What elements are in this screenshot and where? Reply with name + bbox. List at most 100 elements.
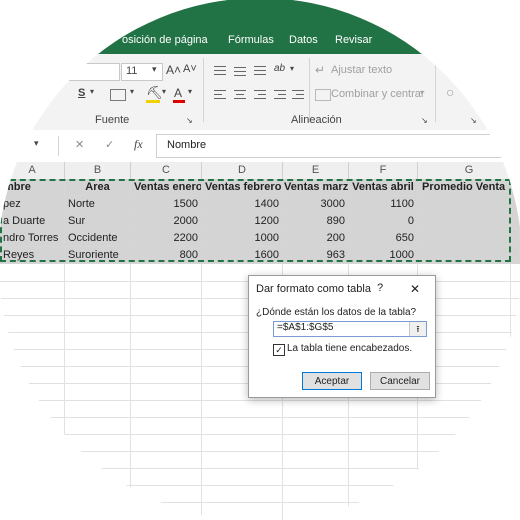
table-cell[interactable]: pez [0,196,65,213]
column-header-f[interactable]: F [349,162,418,180]
collapse-dialog-icon[interactable]: ⭱ [409,322,426,336]
table-cell[interactable]: 1000 [202,230,283,247]
column-header-e[interactable]: E [283,162,349,180]
number-format-icon[interactable]: ○ [446,84,454,100]
chevron-down-icon[interactable]: ▾ [188,87,192,96]
merge-center-icon[interactable] [315,89,331,101]
table-cell[interactable] [418,213,520,230]
table-cell[interactable] [418,247,520,264]
formula-input[interactable]: Nombre [156,134,520,158]
grid-line [0,417,520,418]
grow-font-button[interactable]: A˄ [166,63,181,77]
column-header-c[interactable]: C [131,162,202,180]
ok-button[interactable]: Aceptar [302,372,362,390]
table-cell[interactable]: 0 [349,213,418,230]
table-cell[interactable]: Occidente [65,230,131,247]
divider [435,58,436,122]
table-cell[interactable]: a Duarte [0,213,65,230]
cancel-button[interactable]: Cancelar [370,372,430,390]
borders-icon[interactable] [110,89,126,101]
table-cell[interactable]: Sur [65,213,131,230]
group-label-alignment: Alineación [291,114,342,126]
table-cell[interactable]: Reyes [0,247,65,264]
formula-value: Nombre [167,139,207,151]
table-cell[interactable]: Ventas febrero [202,179,283,196]
format-as-table-dialog: Dar formato como tabla ? ✕ ¿Dónde están … [248,275,436,398]
ribbon: 11 ▾ A˄ A˅ S ▾ ▾ ⛏ ▾ A ▾ ab ▾ ↵ Ajustar … [0,54,520,131]
grid-line [0,400,520,401]
group-label-font: Fuente [95,114,130,126]
headers-checkbox-label[interactable]: La tabla tiene encabezados. [287,343,412,354]
divider [309,58,310,122]
table-cell[interactable]: 1600 [202,247,283,264]
table-cell[interactable]: 1100 [349,196,418,213]
cancel-icon[interactable]: ✕ [75,138,84,151]
dialog-launcher-icon[interactable]: ↘ [186,116,193,125]
tab-formulas[interactable]: Fórmulas [228,34,274,46]
chevron-down-icon[interactable]: ▾ [152,64,157,75]
dialog-launcher-icon[interactable]: ↘ [470,116,477,125]
column-header-a[interactable]: A [0,162,65,180]
chevron-down-icon[interactable]: ▾ [130,87,134,96]
chevron-down-icon[interactable]: ▾ [90,87,94,96]
table-cell[interactable]: Norte [65,196,131,213]
grid-line [0,451,520,452]
enter-icon[interactable]: ✓ [105,138,114,151]
range-question-label: ¿Dónde están los datos de la tabla? [256,307,417,318]
chevron-down-icon[interactable]: ▾ [290,64,294,73]
font-color-swatch [173,100,185,103]
table-cell[interactable]: 890 [283,213,349,230]
table-cell[interactable]: Promedio Venta [418,179,520,196]
column-header-g[interactable]: G [418,162,520,180]
table-cell[interactable] [418,230,520,247]
table-cell[interactable] [418,196,520,213]
wrap-text-icon[interactable]: ↵ [315,63,325,77]
table-cell[interactable]: 2000 [131,213,202,230]
range-value: =$A$1:$G$5 [277,322,334,333]
column-header-d[interactable]: D [202,162,283,180]
font-color-button[interactable]: A [174,86,182,100]
table-cell[interactable]: Ventas enero [131,179,202,196]
grid-line [0,468,520,469]
table-cell[interactable]: 1400 [202,196,283,213]
fill-color-icon[interactable]: ⛏ [146,85,163,101]
table-cell[interactable]: Suroriente [65,247,131,264]
shrink-font-button[interactable]: A˅ [183,63,197,75]
range-input[interactable]: =$A$1:$G$5 ⭱ [273,321,427,337]
underline-button[interactable]: S [78,87,85,99]
dialog-launcher-icon[interactable]: ↘ [421,116,428,125]
chevron-down-icon[interactable]: ▾ [162,87,166,96]
table-cell[interactable]: 2200 [131,230,202,247]
table-cell[interactable]: 963 [283,247,349,264]
orientation-button[interactable]: ab [274,63,285,74]
wrap-text-label[interactable]: Ajustar texto [331,64,392,76]
namebox-chevron-icon[interactable]: ▾ [34,138,39,149]
table-cell[interactable]: ndro Torres [0,230,65,247]
tab-data[interactable]: Datos [289,34,318,46]
table-cell[interactable]: 650 [349,230,418,247]
tab-review[interactable]: Revisar [335,34,372,46]
merge-center-label[interactable]: Combinar y centrar [331,88,425,100]
excel-window: osición de página Fórmulas Datos Revisar… [0,0,520,520]
close-icon[interactable]: ✕ [410,282,420,296]
table-cell[interactable]: 3000 [283,196,349,213]
insert-function-button[interactable]: fx [134,137,143,152]
formula-bar: ▾ ✕ ✓ fx Nombre [0,130,520,163]
table-cell[interactable]: 800 [131,247,202,264]
grid-line [0,502,520,503]
tab-page-layout[interactable]: osición de página [122,34,208,46]
table-cell[interactable]: 1000 [349,247,418,264]
table-cell[interactable]: mbre [0,179,65,196]
help-button[interactable]: ? [377,282,383,294]
font-name-box[interactable] [20,63,120,81]
column-header-b[interactable]: B [65,162,131,180]
table-cell[interactable]: Ventas abril [349,179,418,196]
headers-checkbox[interactable]: ✓ [273,344,285,356]
table-cell[interactable]: 1500 [131,196,202,213]
table-cell[interactable]: Area [65,179,131,196]
table-cell[interactable]: 1200 [202,213,283,230]
table-cell[interactable]: 200 [283,230,349,247]
table-cell[interactable]: Ventas marzo [283,179,349,196]
chevron-down-icon[interactable]: ▾ [420,88,424,97]
font-size-box[interactable]: 11 ▾ [121,63,163,81]
